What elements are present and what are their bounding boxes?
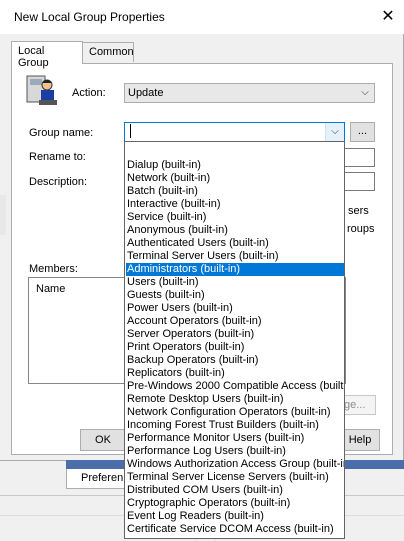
dropdown-item[interactable]: Terminal Server Users (built-in)	[126, 250, 344, 263]
description-field[interactable]	[344, 172, 375, 191]
dropdown-item[interactable]: Batch (built-in)	[126, 185, 344, 198]
browse-button[interactable]: ...	[350, 122, 375, 142]
rename-field[interactable]	[344, 148, 375, 167]
background-edge	[0, 195, 6, 235]
background-tab-label: Preferen	[81, 472, 124, 484]
chevron-down-icon[interactable]: ⌵	[325, 123, 344, 141]
group-name-dropdown-list[interactable]: Dialup (built-in) Network (built-in) Batch…	[124, 141, 345, 539]
dropdown-item[interactable]: Network (built-in)	[126, 172, 344, 185]
dropdown-item[interactable]: Windows Authorization Access Group (buil…	[126, 458, 344, 471]
rename-label: Rename to:	[29, 151, 86, 163]
dropdown-item[interactable]: Account Operators (built-in)	[126, 315, 344, 328]
members-label: Members:	[29, 263, 78, 275]
dropdown-item[interactable]: Distributed COM Users (built-in)	[126, 484, 344, 497]
action-value: Update	[128, 87, 164, 99]
tab-common-label: Common	[89, 46, 134, 58]
dropdown-item[interactable]: Event Log Readers (built-in)	[126, 510, 344, 523]
dropdown-item[interactable]: Performance Log Users (built-in)	[126, 445, 344, 458]
dropdown-item[interactable]: Server Operators (built-in)	[126, 328, 344, 341]
group-name-combobox[interactable]: ⌵	[124, 122, 345, 142]
dropdown-item[interactable]: Incoming Forest Trust Builders (built-in…	[126, 419, 344, 432]
local-group-icon	[25, 74, 59, 108]
close-icon[interactable]: ✕	[376, 6, 400, 28]
action-label: Action:	[72, 87, 106, 99]
dropdown-item[interactable]: Power Users (built-in)	[126, 302, 344, 315]
dialog-title: New Local Group Properties	[14, 10, 165, 24]
tab-local-group-label: Local Group	[18, 45, 49, 69]
dropdown-item[interactable]: Anonymous (built-in)	[126, 224, 344, 237]
tab-common[interactable]: Common	[83, 42, 134, 62]
dropdown-item[interactable]: Performance Monitor Users (built-in)	[126, 432, 344, 445]
dropdown-item[interactable]: Cryptographic Operators (built-in)	[126, 497, 344, 510]
dropdown-item[interactable]: Administrators (built-in)	[126, 263, 344, 276]
dropdown-item[interactable]: Service (built-in)	[126, 211, 344, 224]
users-partial-text: sers	[348, 205, 369, 217]
dropdown-item[interactable]: Interactive (built-in)	[126, 198, 344, 211]
members-name-header[interactable]: Name	[36, 283, 65, 295]
chevron-down-icon[interactable]: ⌵	[356, 84, 374, 102]
action-select[interactable]: Update ⌵	[124, 83, 375, 103]
group-name-label: Group name:	[29, 127, 94, 139]
title-bar: New Local Group Properties ✕	[0, 0, 404, 34]
text-cursor	[130, 124, 131, 138]
dropdown-item[interactable]: Remote Desktop Users (built-in)	[126, 393, 344, 406]
dropdown-item[interactable]: Network Configuration Operators (built-i…	[126, 406, 344, 419]
groups-partial-text: roups	[347, 223, 375, 235]
dropdown-item[interactable]	[126, 146, 344, 159]
dropdown-item[interactable]: Authenticated Users (built-in)	[126, 237, 344, 250]
tab-local-group[interactable]: Local Group	[11, 41, 83, 69]
dropdown-item[interactable]: Backup Operators (built-in)	[126, 354, 344, 367]
dropdown-item[interactable]: Users (built-in)	[126, 276, 344, 289]
dropdown-item[interactable]: Print Operators (built-in)	[126, 341, 344, 354]
change-button[interactable]: ge...	[340, 395, 376, 415]
description-label: Description:	[29, 176, 88, 188]
dropdown-item[interactable]: Terminal Server License Servers (built-i…	[126, 471, 344, 484]
help-button[interactable]: Help	[340, 429, 380, 451]
dropdown-item[interactable]: Certificate Service DCOM Access (built-i…	[126, 523, 344, 536]
ok-button[interactable]: OK	[80, 429, 126, 451]
dropdown-item[interactable]: Dialup (built-in)	[126, 159, 344, 172]
dropdown-item[interactable]: Replicators (built-in)	[126, 367, 344, 380]
dropdown-item[interactable]: Pre-Windows 2000 Compatible Access (buil…	[126, 380, 344, 393]
dropdown-item[interactable]: Guests (built-in)	[126, 289, 344, 302]
